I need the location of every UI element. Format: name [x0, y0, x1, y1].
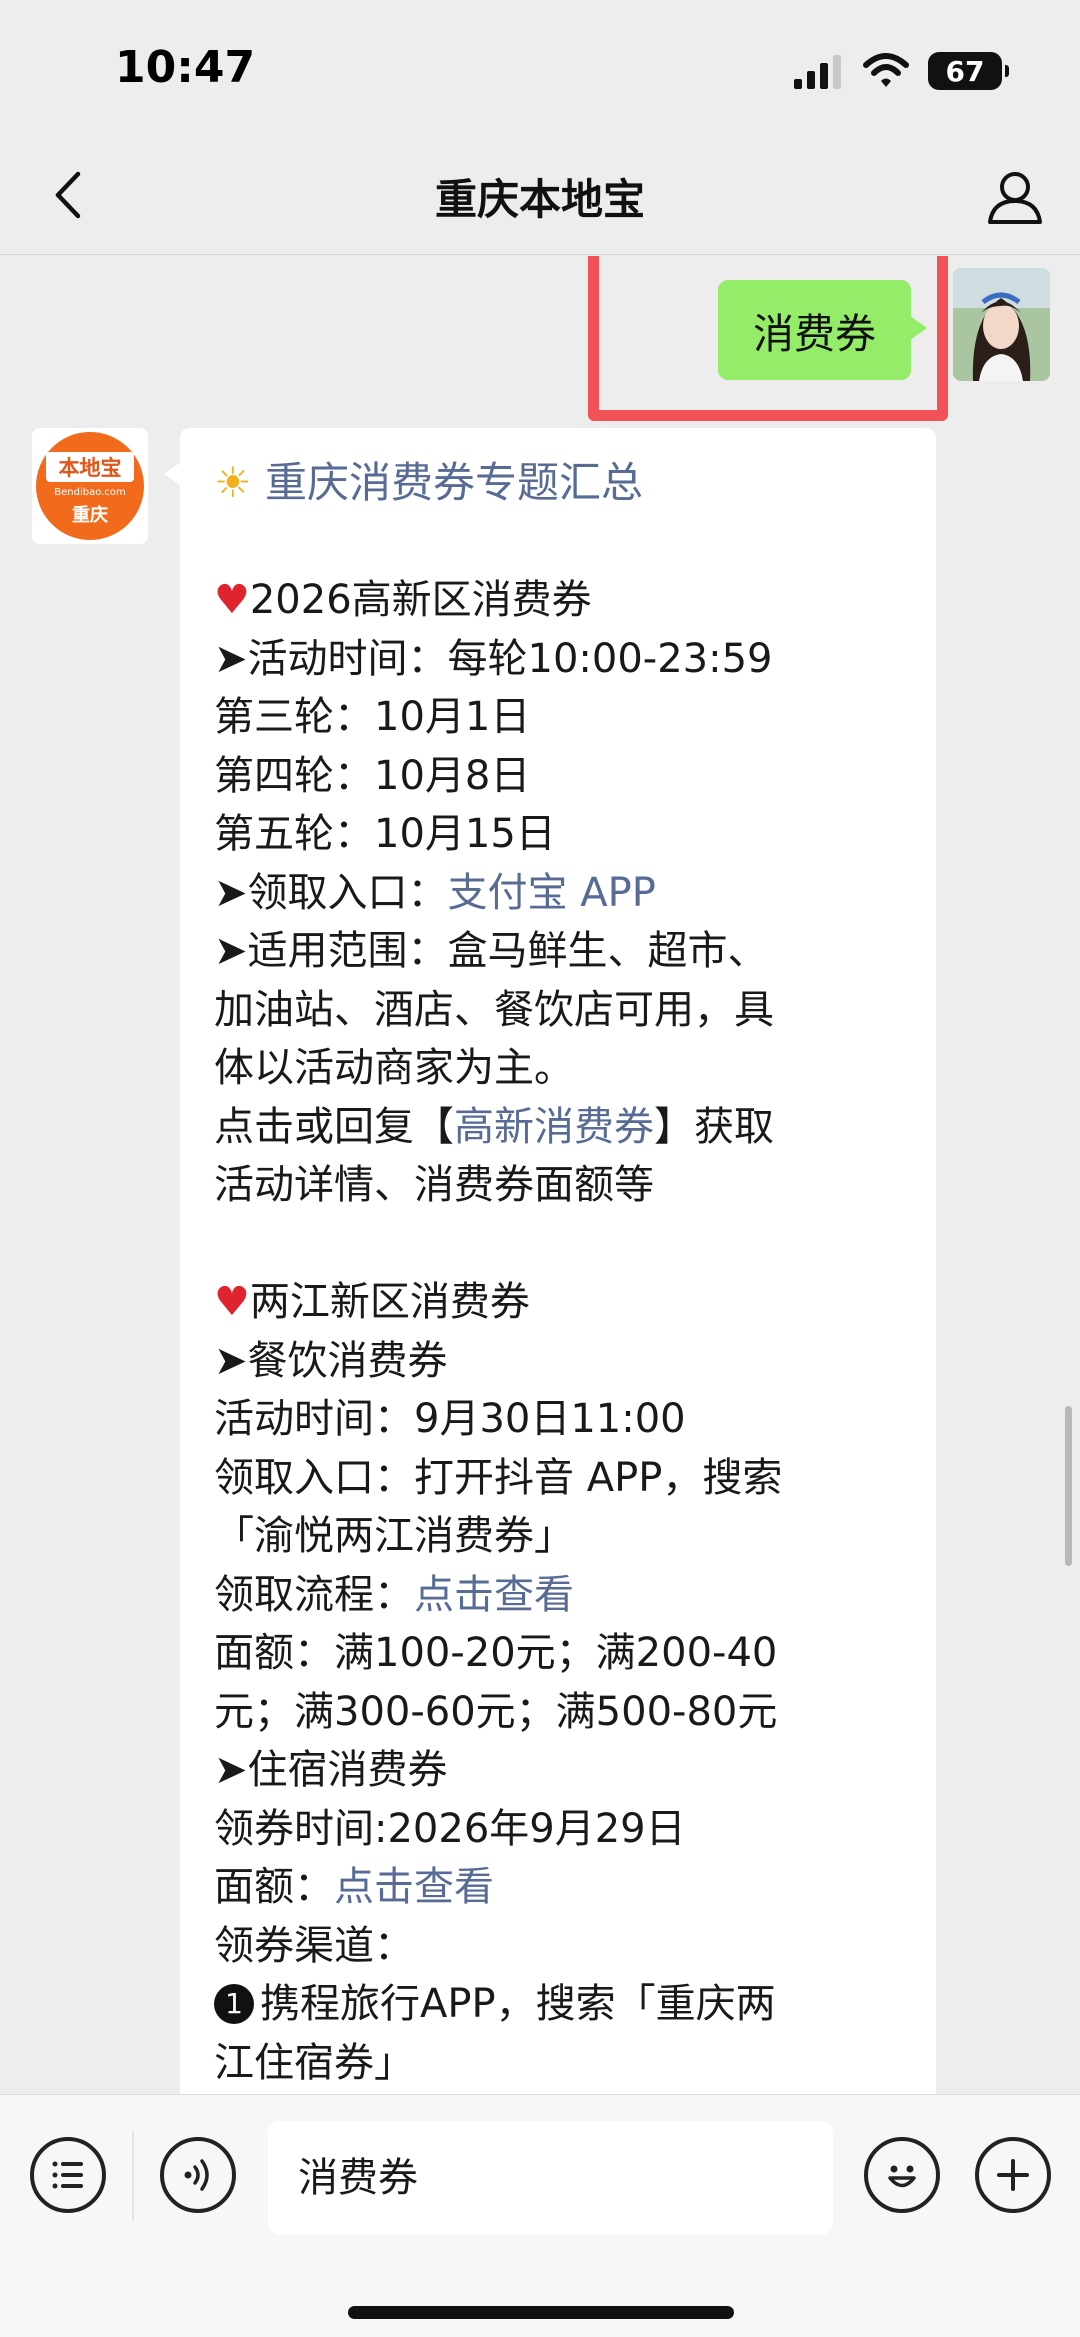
- hotel-coupon-title: ➤住宿消费券: [214, 1747, 448, 1793]
- profile-button[interactable]: [980, 162, 1050, 232]
- input-bar: 消费券: [0, 2094, 1080, 2337]
- logo-text-city: 重庆: [72, 504, 108, 526]
- sent-message-bubble[interactable]: 消费券: [718, 280, 927, 380]
- emoji-button[interactable]: [864, 2137, 940, 2213]
- food-coupon-title: ➤餐饮消费券: [214, 1337, 448, 1384]
- menu-icon: [52, 2161, 83, 2189]
- profile-icon: [988, 172, 1042, 224]
- hotel-amount-link[interactable]: 点击查看: [334, 1864, 494, 1910]
- section1-reply: 点击或回复【高新消费券】获取: [214, 1103, 774, 1150]
- nav-bar: 重庆本地宝: [0, 140, 1080, 255]
- status-icons: 67: [792, 52, 1009, 90]
- home-indicator[interactable]: [348, 2306, 734, 2319]
- food-coupon-entry-1: 领取入口：打开抖音 APP，搜索: [214, 1454, 783, 1501]
- plus-icon: [997, 2159, 1029, 2191]
- section1-round3: 第三轮：10月1日: [214, 694, 531, 740]
- section2-heading: ♥两江新区消费券: [214, 1279, 530, 1325]
- message-input[interactable]: 消费券: [268, 2121, 833, 2235]
- logo-text-top: 本地宝: [59, 456, 122, 480]
- emoji-icon: [888, 2165, 916, 2188]
- section1-time: ➤活动时间：每轮10:00-23:59: [214, 635, 773, 682]
- section1-scope-3: 体以活动商家为主。: [214, 1045, 574, 1091]
- user-avatar[interactable]: [953, 268, 1050, 381]
- logo-text-site: Bendibao.com: [54, 487, 125, 498]
- chat-title: 重庆本地宝: [434, 175, 645, 224]
- alipay-link[interactable]: 支付宝 APP: [448, 870, 656, 916]
- battery-indicator: 67: [928, 52, 1009, 90]
- voice-icon: [184, 2159, 209, 2191]
- message-title-line[interactable]: ☀ 重庆消费券专题汇总: [214, 454, 902, 513]
- section1-scope-1: ➤适用范围：盒马鲜生、超市、: [214, 928, 768, 974]
- wifi-icon: [863, 53, 909, 87]
- sun-icon: ☀: [214, 458, 252, 507]
- section1-round5: 第五轮：10月15日: [214, 811, 556, 857]
- heart-icon: ♥: [214, 577, 250, 623]
- hotel-coupon-channel: 领券渠道：: [214, 1922, 414, 1969]
- input-divider: [132, 2131, 134, 2221]
- section1-entry: ➤领取入口：支付宝 APP: [214, 869, 656, 916]
- channel-1-line-2: 江住宿券」: [214, 2039, 414, 2086]
- user-avatar-image: [953, 268, 1050, 381]
- received-message-bubble[interactable]: ☀ 重庆消费券专题汇总 ♥2026高新区消费券 ➤活动时间：每轮10:00-23…: [164, 428, 936, 2094]
- menu-button[interactable]: [30, 2137, 106, 2213]
- bendibao-logo: 本地宝 Bendibao.com 重庆: [32, 428, 148, 544]
- status-time: 10:47: [115, 42, 256, 93]
- section1-heading: ♥2026高新区消费券: [214, 577, 592, 623]
- food-process-link[interactable]: 点击查看: [414, 1572, 574, 1618]
- hotel-coupon-amount: 面额：点击查看: [214, 1864, 494, 1910]
- sent-message-row: 消费券: [718, 268, 1050, 381]
- number-badge: 1: [214, 1984, 254, 2024]
- scrollbar[interactable]: [1065, 1406, 1072, 1566]
- section1-scope-2: 加油站、酒店、餐饮店可用，具: [214, 986, 774, 1033]
- channel-1-line-1: 1 携程旅行APP，搜索「重庆两: [214, 1975, 902, 2034]
- heart-icon: ♥: [214, 1279, 250, 1325]
- plus-button[interactable]: [975, 2137, 1051, 2213]
- signal-icon: [794, 55, 841, 89]
- chat-area[interactable]: 消费券 本地宝 Bendibao.com 重庆 ☀ 重庆消费券专题汇总 ♥202…: [0, 256, 1080, 2094]
- food-amount-2: 元；满300-60元；满500-80元: [214, 1688, 778, 1735]
- section1-reply-2: 活动详情、消费券面额等: [214, 1162, 654, 1208]
- bot-avatar[interactable]: 本地宝 Bendibao.com 重庆: [32, 428, 148, 544]
- section1-round4: 第四轮：10月8日: [214, 752, 531, 799]
- food-amount-1: 面额：满100-20元；满200-40: [214, 1630, 778, 1676]
- voice-button[interactable]: [160, 2137, 236, 2213]
- status-bar: 10:47 67: [0, 0, 1080, 140]
- message-title[interactable]: 重庆消费券专题汇总: [265, 458, 643, 507]
- gaoxin-coupon-link[interactable]: 高新消费券: [454, 1104, 654, 1150]
- hotel-coupon-time: 领券时间:2026年9月29日: [214, 1805, 686, 1852]
- food-coupon-entry-2: 「渝悦两江消费券」: [214, 1513, 574, 1559]
- food-coupon-time: 活动时间：9月30日11:00: [214, 1396, 686, 1442]
- food-coupon-process: 领取流程：点击查看: [214, 1571, 574, 1618]
